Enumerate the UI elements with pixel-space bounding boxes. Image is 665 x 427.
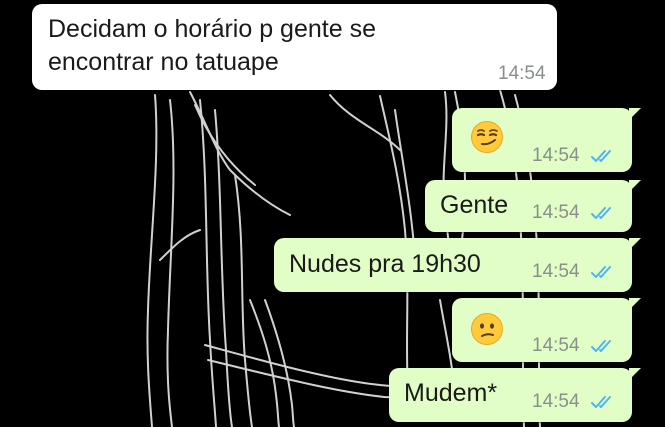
- outgoing-message-bubble[interactable]: Mudem* 14:54: [389, 368, 641, 422]
- message-timestamp: 14:54: [532, 335, 580, 356]
- message-text: Nudes pra 19h30: [289, 250, 481, 278]
- message-text: Mudem*: [404, 379, 498, 407]
- outgoing-message-bubble[interactable]: 14:54: [452, 108, 641, 172]
- message-text-line: Decidam o horário p gente se: [48, 15, 376, 43]
- message-text: Gente: [440, 191, 509, 219]
- double-check-read-icon: [591, 266, 611, 278]
- outgoing-message-bubble[interactable]: Gente 14:54: [425, 180, 641, 232]
- double-check-read-icon: [591, 207, 611, 219]
- message-text-line: encontrar no tatuape: [48, 48, 279, 76]
- incoming-message-bubble[interactable]: Decidam o horário p gente se encontrar n…: [32, 4, 557, 90]
- double-check-read-icon: [591, 340, 611, 352]
- message-timestamp: 14:54: [532, 202, 580, 223]
- message-timestamp: 14:54: [498, 63, 546, 84]
- message-timestamp: 14:54: [532, 261, 580, 282]
- message-timestamp: 14:54: [532, 391, 580, 412]
- outgoing-message-bubble[interactable]: 14:54: [452, 298, 641, 362]
- double-check-read-icon: [591, 396, 611, 408]
- double-check-read-icon: [591, 150, 611, 162]
- confused-face-icon: [471, 313, 503, 345]
- smirking-face-icon: [471, 121, 503, 153]
- message-timestamp: 14:54: [532, 145, 580, 166]
- chat-conversation: Decidam o horário p gente se encontrar n…: [0, 0, 665, 427]
- outgoing-message-bubble[interactable]: Nudes pra 19h30 14:54: [274, 238, 641, 292]
